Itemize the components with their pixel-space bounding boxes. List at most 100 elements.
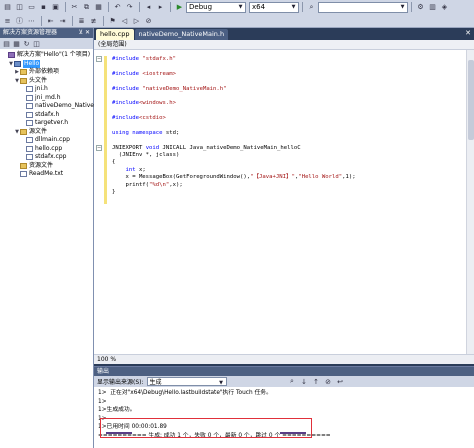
clear-all-icon[interactable]: ⊘ — [323, 376, 334, 387]
view-code-icon[interactable]: ◫ — [32, 39, 41, 48]
platform-combo[interactable]: x64 ▼ — [249, 1, 299, 13]
config-value: Debug — [189, 3, 213, 11]
tree-node[interactable]: 资源文件 — [0, 162, 93, 171]
redo-icon[interactable]: ↷ — [124, 2, 135, 13]
find-message-icon[interactable]: ⌕ — [287, 376, 298, 387]
indent-icon[interactable]: ⇥ — [57, 16, 68, 27]
navigate-back-icon[interactable]: ◂ — [143, 2, 154, 13]
output-source-label: 显示输出来源(S): — [97, 379, 144, 386]
save-icon[interactable]: ▪ — [38, 2, 49, 13]
toolbox-icon[interactable]: ▥ — [427, 2, 438, 13]
folder-icon — [20, 77, 27, 84]
collapse-toggle-icon[interactable]: − — [96, 145, 102, 151]
comment-icon[interactable]: ≣ — [76, 16, 87, 27]
tree-node[interactable]: stdafx.h — [0, 111, 93, 120]
vertical-scrollbar[interactable] — [466, 50, 474, 354]
scope-value: (全局范围) — [98, 41, 127, 48]
pin-close-icon[interactable]: ⊻ ✕ — [79, 28, 90, 38]
open-file-icon[interactable]: ▭ — [26, 2, 37, 13]
file-icon — [26, 154, 33, 161]
tree-node[interactable]: jni_md.h — [0, 94, 93, 103]
clear-bookmarks-icon[interactable]: ⊘ — [143, 16, 154, 27]
output-title-text: 输出 — [97, 368, 110, 375]
object-browser-icon[interactable]: ◈ — [439, 2, 450, 13]
find-combo[interactable]: ▼ — [318, 1, 408, 13]
tree-node[interactable]: jni.h — [0, 85, 93, 94]
tree-node[interactable]: ▼ 源文件 — [0, 128, 93, 137]
tree-node[interactable]: ▼ 头文件 — [0, 77, 93, 86]
file-icon — [26, 120, 33, 127]
undo-icon[interactable]: ↶ — [112, 2, 123, 13]
config-combo[interactable]: Debug ▼ — [186, 1, 246, 13]
tree-node[interactable]: ▼ Hello — [0, 59, 93, 68]
chevron-down-icon[interactable]: ▼ — [236, 3, 245, 12]
properties-icon[interactable]: ▤ — [2, 39, 11, 48]
file-icon — [26, 86, 33, 93]
find-icon[interactable]: ⌕ — [306, 2, 317, 13]
tree-node-label: 外部依赖项 — [29, 68, 60, 75]
prev-message-icon[interactable]: ↑ — [311, 376, 322, 387]
add-item-icon[interactable]: ◫ — [14, 2, 25, 13]
toolbar-divider — [170, 2, 171, 12]
next-bookmark-icon[interactable]: ▷ — [131, 16, 142, 27]
save-all-icon[interactable]: ▣ — [50, 2, 61, 13]
zoom-level[interactable]: 100 % — [94, 354, 474, 364]
new-project-icon[interactable]: ▤ — [2, 2, 13, 13]
tab-native-main-h[interactable]: nativeDemo_NativeMain.h — [134, 29, 229, 40]
file-icon — [26, 111, 33, 118]
prev-bookmark-icon[interactable]: ◁ — [119, 16, 130, 27]
output-line: 1> — [98, 398, 107, 405]
change-margin — [104, 56, 107, 204]
next-message-icon[interactable]: ↓ — [299, 376, 310, 387]
tree-node-label: 源文件 — [29, 127, 48, 135]
tree-node[interactable]: 解决方案"Hello"(1 个项目) — [0, 51, 93, 60]
tree-node[interactable]: stdafx.cpp — [0, 153, 93, 162]
tree-node[interactable]: dllmain.cpp — [0, 136, 93, 145]
cut-icon[interactable]: ✂ — [69, 2, 80, 13]
solution-explorer-toolbar: ▤ ▦ ↻ ◫ — [0, 38, 93, 49]
output-source-combo[interactable]: 生成 ▼ — [146, 377, 227, 387]
copy-icon[interactable]: ⧉ — [81, 2, 92, 13]
chevron-down-icon[interactable]: ▼ — [398, 3, 407, 12]
scope-dropdown[interactable]: (全局范围) — [94, 40, 474, 50]
text-editor-icon[interactable]: ≡ — [2, 16, 13, 27]
tree-node[interactable]: ▶ 外部依赖项 — [0, 68, 93, 77]
output-toolbar: 显示输出来源(S): 生成 ▼ ⌕ ↓ ↑ ⊘ ↩ — [94, 376, 474, 387]
tree-node-label: 资源文件 — [29, 161, 54, 169]
scrollbar-thumb[interactable] — [468, 60, 474, 140]
zoom-value: 100 % — [97, 356, 117, 363]
code-area[interactable]: − − #include "stdafx.h" #include <iostre… — [94, 50, 466, 354]
folder-icon — [20, 69, 27, 76]
quick-info-icon[interactable]: ⓘ — [14, 16, 25, 27]
chevron-down-icon[interactable]: ▼ — [289, 3, 298, 12]
file-icon — [26, 103, 33, 110]
tree-node[interactable]: targetver.h — [0, 119, 93, 128]
close-icon[interactable]: ✕ — [465, 29, 471, 37]
param-info-icon[interactable]: ⋯ — [26, 16, 37, 27]
tab-hello-cpp[interactable]: hello.cpp — [96, 29, 134, 40]
start-debug-icon[interactable]: ▶ — [174, 2, 185, 13]
tree-node[interactable]: ReadMe.txt — [0, 170, 93, 179]
paste-icon[interactable]: ▦ — [93, 2, 104, 13]
solution-tree: 解决方案"Hello"(1 个项目) ▼ Hello ▶ 外部依赖项 ▼ 头文件 jni.h j… — [0, 49, 114, 179]
collapse-toggle-icon[interactable]: − — [96, 56, 102, 62]
solution-explorer-title-text: 解决方案资源管理器 — [3, 29, 58, 36]
show-all-files-icon[interactable]: ▦ — [12, 39, 21, 48]
outdent-icon[interactable]: ⇤ — [45, 16, 56, 27]
refresh-icon[interactable]: ↻ — [22, 39, 31, 48]
tree-node[interactable]: hello.cpp — [0, 145, 93, 154]
file-icon — [26, 137, 33, 144]
solution-explorer: 解决方案资源管理器 ⊻ ✕ ▤ ▦ ↻ ◫ 解决方案"Hello"(1 个项目)… — [0, 28, 114, 448]
word-wrap-icon[interactable]: ↩ — [335, 376, 346, 387]
platform-value: x64 — [252, 3, 266, 11]
solution-explorer-title: 解决方案资源管理器 ⊻ ✕ — [0, 28, 93, 38]
tree-node[interactable]: nativeDemo_NativeMain.h — [0, 102, 114, 111]
chevron-down-icon[interactable]: ▼ — [217, 378, 226, 387]
navigate-forward-icon[interactable]: ▸ — [155, 2, 166, 13]
output-line: 1>生成成功。 — [98, 407, 136, 414]
uncomment-icon[interactable]: ≢ — [88, 16, 99, 27]
properties-icon[interactable]: ⚙ — [415, 2, 426, 13]
code-text[interactable]: #include "stdafx.h" #include <iostream> … — [112, 56, 356, 196]
file-icon — [20, 171, 27, 178]
bookmark-icon[interactable]: ⚑ — [107, 16, 118, 27]
